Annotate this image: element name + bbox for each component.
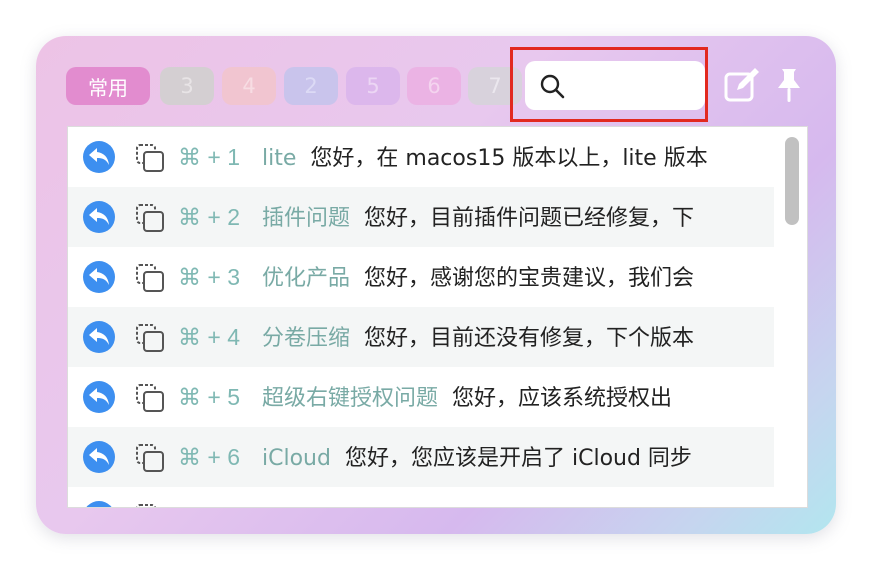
- list-item[interactable]: ⌘ + 6 iCloud 您好，您应该是开启了 iCloud 同步: [68, 427, 774, 487]
- tab-common[interactable]: 常用: [66, 67, 150, 105]
- shortcut-label: ⌘ + 2: [178, 204, 241, 230]
- tab-3[interactable]: 3: [160, 67, 214, 105]
- row-text: ⌘ + 3 优化产品 您好，感谢您的宝贵建议，我们会: [178, 247, 694, 307]
- shortcut-label: ⌘ + 3: [178, 264, 241, 290]
- copy-icon[interactable]: [134, 382, 166, 414]
- copy-icon[interactable]: [134, 202, 166, 234]
- reply-icon[interactable]: [83, 321, 115, 353]
- copy-icon[interactable]: [134, 142, 166, 174]
- snippet-body: 您好，目前还没有修复，下个版本: [364, 326, 695, 351]
- reply-icon[interactable]: [83, 441, 115, 473]
- search-box[interactable]: [525, 61, 705, 110]
- shortcut-label: ⌘ + 5: [178, 384, 241, 410]
- snippet-title: 超级右键授权问题: [262, 386, 439, 411]
- copy-icon[interactable]: [134, 322, 166, 354]
- tab-4[interactable]: 4: [222, 67, 276, 105]
- row-text: ⌘ + 4 分卷压缩 您好，目前还没有修复，下个版本: [178, 307, 694, 367]
- reply-icon[interactable]: [83, 501, 115, 508]
- scrollbar[interactable]: [778, 127, 807, 507]
- compose-icon[interactable]: [723, 66, 761, 104]
- snippet-body: 您好，您应该是开启了 iCloud 同步: [344, 446, 692, 471]
- reply-icon[interactable]: [83, 381, 115, 413]
- row-text: ⌘ + 5 超级右键授权问题 您好，应该系统授权出: [178, 367, 672, 427]
- shortcut-label: ⌘ + 4: [178, 324, 241, 350]
- tab-2[interactable]: 2: [284, 67, 338, 105]
- copy-icon[interactable]: [134, 442, 166, 474]
- shortcut-label: ⌘ + 1: [178, 144, 241, 170]
- snippet-title: iCloud: [262, 446, 331, 471]
- copy-icon[interactable]: [134, 262, 166, 294]
- snippet-title: 插件问题: [262, 206, 351, 231]
- pin-icon[interactable]: [776, 66, 802, 104]
- snippet-body: 您好，感谢您的宝贵建议，我们会: [364, 266, 695, 291]
- copy-icon[interactable]: [134, 502, 166, 508]
- list-item[interactable]: ⌘ + 2 插件问题 您好，目前插件问题已经修复，下: [68, 187, 774, 247]
- list-item[interactable]: ⌘ + 1 lite 您好，在 macos15 版本以上，lite 版本: [68, 127, 774, 187]
- row-text: ⌘ + 6 iCloud 您好，您应该是开启了 iCloud 同步: [178, 427, 692, 487]
- search-icon: [540, 74, 565, 99]
- shortcut-label: ⌘ + 6: [178, 444, 241, 470]
- list-item[interactable]: ⌘ + 3 优化产品 您好，感谢您的宝贵建议，我们会: [68, 247, 774, 307]
- tab-5[interactable]: 5: [346, 67, 400, 105]
- reply-icon[interactable]: [83, 141, 115, 173]
- reply-icon[interactable]: [83, 201, 115, 233]
- snippet-body: 您好，在 macos15 版本以上，lite 版本: [310, 146, 708, 171]
- reply-icon[interactable]: [83, 261, 115, 293]
- scrollbar-thumb[interactable]: [785, 137, 799, 225]
- snippet-list[interactable]: ⌘ + 1 lite 您好，在 macos15 版本以上，lite 版本 ⌘ + 2…: [67, 126, 808, 508]
- snippet-title: 优化产品: [262, 266, 351, 291]
- snippet-title: 分卷压缩: [262, 326, 351, 351]
- list-item[interactable]: ⌘ + 4 分卷压缩 您好，目前还没有修复，下个版本: [68, 307, 774, 367]
- snippet-body: 您好，应该系统授权出: [452, 386, 673, 411]
- tab-6[interactable]: 6: [407, 67, 461, 105]
- snippet-body: 您好，目前插件问题已经修复，下: [364, 206, 695, 231]
- list-item[interactable]: ⌘ + 5 超级右键授权问题 您好，应该系统授权出: [68, 367, 774, 427]
- snippet-window: 常用 3 4 2 5 6 7 ⌘ + 1 lite 您好，在 macos15 版…: [36, 36, 836, 534]
- row-text: ⌘ + 2 插件问题 您好，目前插件问题已经修复，下: [178, 187, 694, 247]
- list-item-partial[interactable]: [68, 487, 774, 508]
- search-input[interactable]: [571, 69, 699, 104]
- row-text: ⌘ + 1 lite 您好，在 macos15 版本以上，lite 版本: [178, 127, 708, 187]
- snippet-title: lite: [262, 146, 297, 171]
